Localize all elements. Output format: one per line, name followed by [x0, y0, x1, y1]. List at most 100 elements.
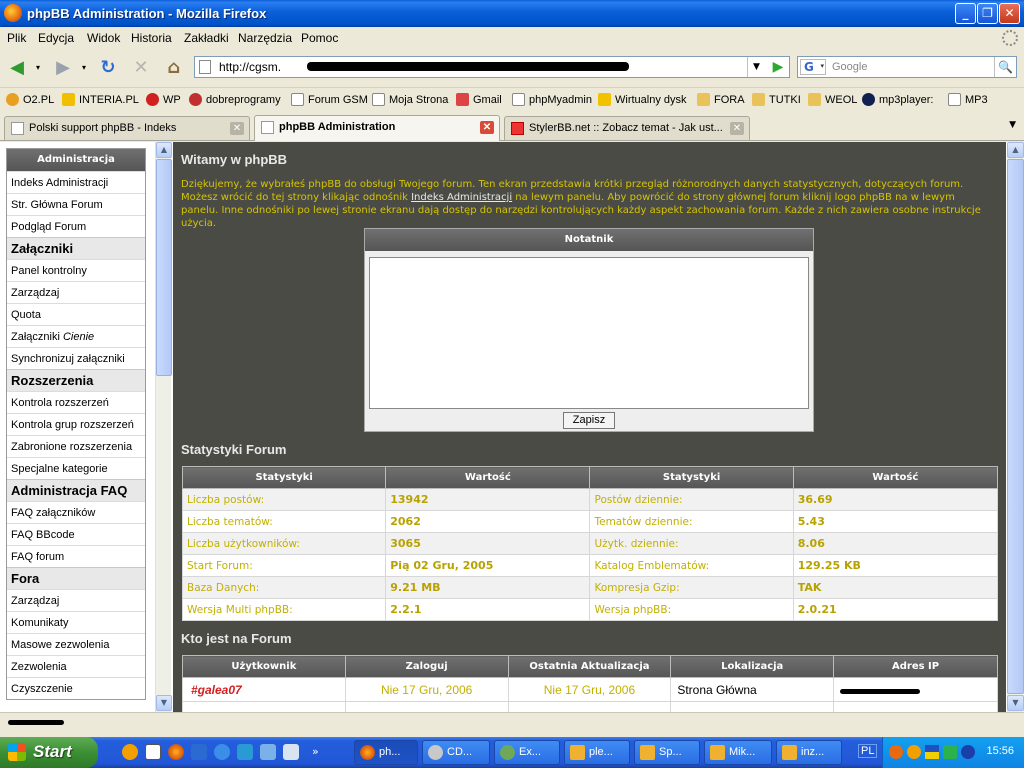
window-title-bar[interactable]: phpBB Administration - Mozilla Firefox _…: [0, 0, 1024, 27]
nav-link-shadow-attachments[interactable]: Załączniki Cienie: [7, 325, 145, 347]
nav-link-admin-index[interactable]: Indeks Administracji: [7, 171, 145, 193]
bookmark-dobreprogramy[interactable]: dobreprogramy: [189, 93, 281, 106]
bookmark-interia[interactable]: INTERIA.PL: [62, 93, 139, 106]
bookmark-forum-gsm[interactable]: Forum GSM: [291, 93, 368, 106]
nav-link-prune[interactable]: Czyszczenie: [7, 677, 145, 699]
nav-frame-scrollbar[interactable]: ▲ ▼: [155, 142, 172, 712]
online-username-link[interactable]: #galea07: [182, 677, 346, 702]
tray-collapse-icon[interactable]: [889, 745, 903, 759]
quicklaunch-expand-icon[interactable]: »: [312, 744, 328, 760]
nav-link-extension-control[interactable]: Kontrola rozszerzeń: [7, 391, 145, 413]
quicklaunch-app-icon[interactable]: [191, 744, 207, 760]
nav-link-forum-home[interactable]: Str. Główna Forum: [7, 193, 145, 215]
bookmark-wirtualny-dysk[interactable]: Wirtualny dysk: [598, 93, 687, 106]
menu-file[interactable]: Plik: [7, 31, 26, 45]
tray-network-icon[interactable]: [943, 745, 957, 759]
scroll-thumb[interactable]: [1007, 159, 1024, 694]
scroll-up-arrow[interactable]: ▲: [1007, 142, 1024, 158]
scroll-up-arrow[interactable]: ▲: [156, 142, 172, 158]
bookmark-wp[interactable]: WP: [146, 93, 181, 106]
maximize-button[interactable]: ❐: [977, 3, 998, 24]
nav-link-quota[interactable]: Quota: [7, 303, 145, 325]
tab-close-icon[interactable]: ✕: [730, 122, 744, 135]
task-mail-ple[interactable]: ple...: [564, 740, 630, 765]
search-icon[interactable]: 🔍: [994, 57, 1016, 77]
tab-close-icon[interactable]: ✕: [480, 121, 494, 134]
stop-button[interactable]: ✕: [128, 55, 154, 81]
search-box[interactable]: G ▾ Google 🔍: [797, 56, 1017, 78]
task-cd[interactable]: CD...: [422, 740, 490, 765]
tray-flag-icon[interactable]: [925, 745, 939, 759]
bookmark-folder-tutki[interactable]: TUTKI: [752, 93, 801, 106]
go-button[interactable]: ▶: [769, 59, 787, 75]
quicklaunch-firefox-icon[interactable]: [168, 744, 184, 760]
back-history-dropdown[interactable]: ▾: [32, 55, 44, 81]
menu-tools[interactable]: Narzędzia: [238, 31, 292, 45]
nav-link-mass-permissions[interactable]: Masowe zezwolenia: [7, 633, 145, 655]
bookmark-gmail[interactable]: Gmail: [456, 93, 502, 106]
minimize-button[interactable]: _: [955, 3, 976, 24]
scroll-thumb[interactable]: [156, 159, 172, 376]
nav-link-manage-attachments[interactable]: Zarządzaj: [7, 281, 145, 303]
bookmark-phpmyadmin[interactable]: phpMyadmin: [512, 93, 592, 106]
admin-index-link[interactable]: Indeks Administracji: [411, 192, 512, 203]
tray-shield-icon[interactable]: [961, 745, 975, 759]
task-ex[interactable]: Ex...: [494, 740, 560, 765]
task-mail-mik[interactable]: Mik...: [704, 740, 772, 765]
tab-list-dropdown[interactable]: ▼: [1009, 120, 1016, 130]
quicklaunch-tool-icon[interactable]: [283, 744, 299, 760]
forward-history-dropdown[interactable]: ▾: [78, 55, 90, 81]
home-button[interactable]: ⌂: [161, 55, 187, 81]
scroll-down-arrow[interactable]: ▼: [1007, 695, 1024, 711]
notepad-save-button[interactable]: Zapisz: [563, 412, 615, 429]
menu-bookmarks[interactable]: Zakładki: [184, 31, 229, 45]
nav-link-special-categories[interactable]: Specjalne kategorie: [7, 457, 145, 479]
menu-history[interactable]: Historia: [131, 31, 172, 45]
nav-link-announcements[interactable]: Komunikaty: [7, 611, 145, 633]
nav-link-sync-attachments[interactable]: Synchronizuj załączniki: [7, 347, 145, 369]
notepad-textarea[interactable]: [369, 257, 809, 409]
menu-help[interactable]: Pomoc: [301, 31, 338, 45]
quicklaunch-sync-icon[interactable]: [237, 744, 253, 760]
bookmark-moja-strona[interactable]: Moja Strona: [372, 93, 448, 106]
language-indicator[interactable]: PL: [858, 744, 878, 758]
address-dropdown[interactable]: ▼: [747, 57, 765, 77]
quicklaunch-notes-icon[interactable]: [145, 744, 161, 760]
quicklaunch-sun-icon[interactable]: [122, 744, 138, 760]
tray-sun-icon[interactable]: [907, 745, 921, 759]
main-frame-scrollbar[interactable]: ▲ ▼: [1007, 142, 1024, 712]
reload-button[interactable]: ↻: [95, 55, 121, 81]
bookmark-folder-fora[interactable]: FORA: [697, 93, 745, 106]
nav-link-forum-preview[interactable]: Podgląd Forum: [7, 215, 145, 237]
scroll-down-arrow[interactable]: ▼: [156, 695, 172, 711]
forward-button[interactable]: ▶: [50, 55, 76, 81]
task-firefox[interactable]: ph...: [354, 740, 418, 765]
bookmark-folder-weol[interactable]: WEOL: [808, 93, 857, 106]
tab-polski-support[interactable]: Polski support phpBB - Indeks ✕: [4, 116, 250, 140]
search-engine-selector[interactable]: G ▾: [800, 59, 826, 75]
address-bar[interactable]: http://cgsm. ▼ ▶: [194, 56, 790, 78]
nav-link-faq-attachments[interactable]: FAQ załączników: [7, 501, 145, 523]
bookmark-mp3player[interactable]: mp3player:: [862, 93, 933, 106]
nav-link-forbidden-extensions[interactable]: Zabronione rozszerzenia: [7, 435, 145, 457]
menu-edit[interactable]: Edycja: [38, 31, 74, 45]
bookmark-mp3[interactable]: MP3: [948, 93, 988, 106]
tab-close-icon[interactable]: ✕: [230, 122, 244, 135]
tab-stylerbb[interactable]: StylerBB.net :: Zobacz temat - Jak ust..…: [504, 116, 750, 140]
menu-view[interactable]: Widok: [87, 31, 120, 45]
nav-link-control-panel[interactable]: Panel kontrolny: [7, 259, 145, 281]
tab-phpbb-administration[interactable]: phpBB Administration ✕: [254, 115, 500, 141]
nav-link-faq-bbcode[interactable]: FAQ BBcode: [7, 523, 145, 545]
start-button[interactable]: Start: [0, 737, 98, 768]
back-button[interactable]: ◀: [4, 55, 30, 81]
nav-link-manage-forums[interactable]: Zarządzaj: [7, 589, 145, 611]
task-mail-inz[interactable]: inz...: [776, 740, 842, 765]
bookmark-o2[interactable]: O2.PL: [6, 93, 54, 106]
quicklaunch-ie-icon[interactable]: [214, 744, 230, 760]
close-button[interactable]: ✕: [999, 3, 1020, 24]
nav-link-permissions[interactable]: Zezwolenia: [7, 655, 145, 677]
task-mail-sp[interactable]: Sp...: [634, 740, 700, 765]
nav-link-faq-forum[interactable]: FAQ forum: [7, 545, 145, 567]
nav-link-extension-groups[interactable]: Kontrola grup rozszerzeń: [7, 413, 145, 435]
quicklaunch-explorer-icon[interactable]: [260, 744, 276, 760]
